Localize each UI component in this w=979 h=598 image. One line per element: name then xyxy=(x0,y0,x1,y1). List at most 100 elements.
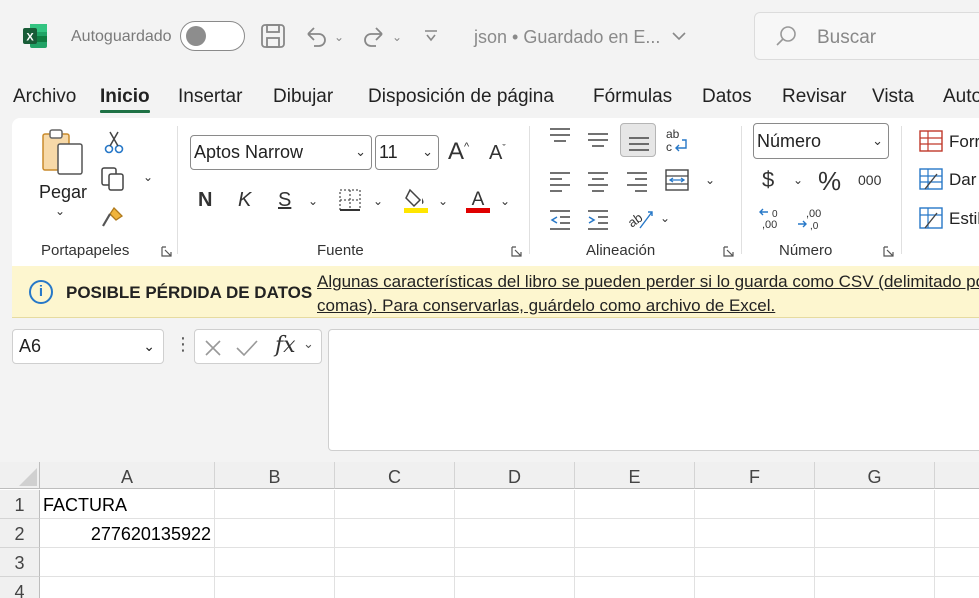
undo-dropdown-icon[interactable]: ⌄ xyxy=(334,30,344,44)
cell-styles-icon[interactable] xyxy=(919,207,943,229)
format-painter-icon[interactable] xyxy=(100,204,126,230)
cell-e3[interactable] xyxy=(575,548,695,577)
conditional-format-label[interactable]: Forr xyxy=(949,132,979,152)
underline-dropdown-icon[interactable]: ⌄ xyxy=(308,194,318,208)
currency-button[interactable]: $ xyxy=(762,169,774,191)
row-header-4[interactable]: 4 xyxy=(0,577,40,598)
tab-inicio[interactable]: Inicio xyxy=(100,86,150,108)
decrease-decimal-icon[interactable]: ,00 ,0 xyxy=(796,206,824,232)
tab-formulas[interactable]: Fórmulas xyxy=(593,86,672,108)
cell-a3[interactable] xyxy=(40,548,215,577)
cell-c3[interactable] xyxy=(335,548,455,577)
cell-d4[interactable] xyxy=(455,577,575,598)
column-header-b[interactable]: B xyxy=(215,462,335,489)
font-size-select[interactable]: 11 ⌄ xyxy=(375,135,439,170)
borders-dropdown-icon[interactable]: ⌄ xyxy=(373,194,383,208)
warning-message-link[interactable]: Algunas características del libro se pue… xyxy=(317,270,979,318)
bold-button[interactable]: N xyxy=(198,190,212,210)
number-launcher-icon[interactable] xyxy=(883,246,894,257)
name-box[interactable]: A6 ⌄ xyxy=(12,329,164,364)
orientation-dropdown-icon[interactable]: ⌄ xyxy=(660,211,670,225)
column-header-a[interactable]: A xyxy=(40,462,215,489)
align-right-icon[interactable] xyxy=(625,170,649,192)
wrap-text-icon[interactable]: ab c xyxy=(664,126,690,154)
font-name-select[interactable]: Aptos Narrow ⌄ xyxy=(190,135,372,170)
align-middle-icon[interactable] xyxy=(586,130,610,150)
increase-indent-icon[interactable] xyxy=(586,208,610,230)
cell-b3[interactable] xyxy=(215,548,335,577)
tab-revisar[interactable]: Revisar xyxy=(782,86,846,108)
column-header-g[interactable]: G xyxy=(815,462,935,489)
cell-e4[interactable] xyxy=(575,577,695,598)
cut-icon[interactable] xyxy=(104,130,124,154)
decrease-indent-icon[interactable] xyxy=(548,208,572,230)
align-left-icon[interactable] xyxy=(548,170,572,192)
format-as-table-icon[interactable] xyxy=(919,168,943,190)
cell-h2[interactable] xyxy=(935,519,979,548)
cell-styles-label[interactable]: Estil xyxy=(949,209,979,229)
copy-icon[interactable] xyxy=(100,166,126,192)
cell-a2[interactable]: 277620135922 xyxy=(40,519,215,548)
document-title[interactable]: json • Guardado en E... xyxy=(474,27,660,48)
currency-dropdown-icon[interactable]: ⌄ xyxy=(793,173,803,187)
column-header-e[interactable]: E xyxy=(575,462,695,489)
chevron-down-icon[interactable]: ⌄ xyxy=(303,336,314,352)
formula-input[interactable] xyxy=(328,329,979,451)
cell-a1[interactable]: FACTURA xyxy=(40,490,215,519)
font-color-dropdown-icon[interactable]: ⌄ xyxy=(500,194,510,208)
paste-icon[interactable] xyxy=(40,128,86,178)
redo-icon[interactable] xyxy=(360,22,388,50)
conditional-format-icon[interactable] xyxy=(919,130,943,152)
percent-button[interactable]: % xyxy=(818,168,841,194)
save-icon[interactable] xyxy=(259,22,287,50)
column-header-d[interactable]: D xyxy=(455,462,575,489)
autosave-toggle[interactable] xyxy=(180,21,245,51)
paste-label[interactable]: Pegar xyxy=(39,182,87,203)
fill-color-icon[interactable] xyxy=(402,186,430,214)
underline-button[interactable]: S xyxy=(278,190,291,210)
cell-c1[interactable] xyxy=(335,490,455,519)
enter-icon[interactable] xyxy=(235,338,259,358)
cell-f4[interactable] xyxy=(695,577,815,598)
column-header-c[interactable]: C xyxy=(335,462,455,489)
merge-dropdown-icon[interactable]: ⌄ xyxy=(705,173,715,187)
font-launcher-icon[interactable] xyxy=(511,246,522,257)
increase-decimal-icon[interactable]: ,00 0 xyxy=(758,206,786,232)
number-format-select[interactable]: Número ⌄ xyxy=(753,123,889,159)
decrease-font-size-icon[interactable]: Aˇ xyxy=(489,143,506,163)
copy-dropdown-icon[interactable]: ⌄ xyxy=(143,170,153,184)
cell-h4[interactable] xyxy=(935,577,979,598)
cell-d2[interactable] xyxy=(455,519,575,548)
row-header-2[interactable]: 2 xyxy=(0,519,40,548)
cell-f1[interactable] xyxy=(695,490,815,519)
increase-font-size-icon[interactable]: A^ xyxy=(448,140,469,164)
cell-c4[interactable] xyxy=(335,577,455,598)
cell-a4[interactable] xyxy=(40,577,215,598)
cell-b1[interactable] xyxy=(215,490,335,519)
cancel-icon[interactable] xyxy=(203,338,223,358)
undo-icon[interactable] xyxy=(302,22,330,50)
search-box[interactable]: Buscar xyxy=(754,12,979,60)
tab-datos[interactable]: Datos xyxy=(702,86,752,108)
fill-color-dropdown-icon[interactable]: ⌄ xyxy=(438,194,448,208)
tab-vista[interactable]: Vista xyxy=(872,86,914,108)
align-center-icon[interactable] xyxy=(586,170,610,192)
thousands-separator-button[interactable]: 000 xyxy=(858,173,881,187)
cell-g1[interactable] xyxy=(815,490,935,519)
tab-automatizar[interactable]: Auto xyxy=(943,86,979,108)
cell-h1[interactable] xyxy=(935,490,979,519)
format-as-table-label[interactable]: Dar xyxy=(949,170,976,190)
align-bottom-button[interactable] xyxy=(620,123,656,157)
cell-e1[interactable] xyxy=(575,490,695,519)
cell-h3[interactable] xyxy=(935,548,979,577)
more-options-icon[interactable]: ⋮ xyxy=(174,334,192,355)
chevron-down-icon[interactable] xyxy=(671,28,687,44)
row-header-1[interactable]: 1 xyxy=(0,490,40,519)
cell-e2[interactable] xyxy=(575,519,695,548)
tab-dibujar[interactable]: Dibujar xyxy=(273,86,333,108)
cell-d1[interactable] xyxy=(455,490,575,519)
tab-insertar[interactable]: Insertar xyxy=(178,86,242,108)
cell-b4[interactable] xyxy=(215,577,335,598)
cell-f3[interactable] xyxy=(695,548,815,577)
cell-g2[interactable] xyxy=(815,519,935,548)
